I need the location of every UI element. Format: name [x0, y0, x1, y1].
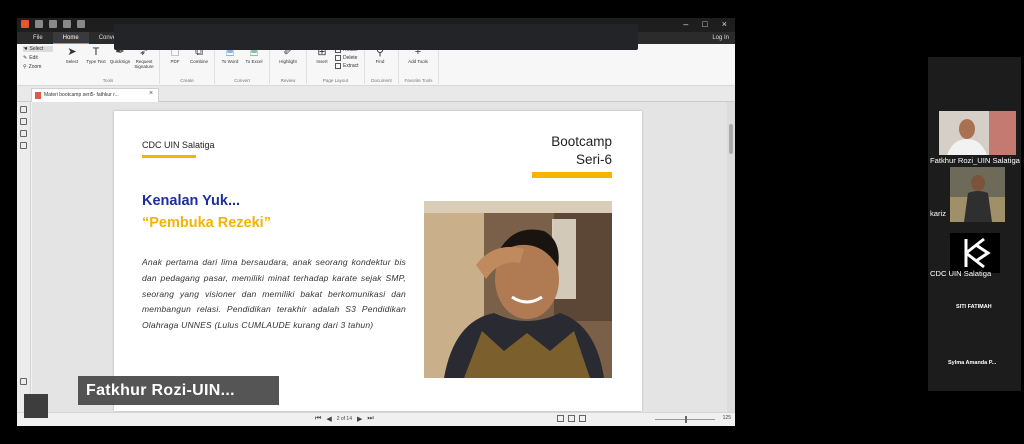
participant-video-image — [950, 167, 1005, 222]
tab-close-icon[interactable]: × — [149, 88, 153, 100]
last-page-icon[interactable]: ⏭ — [367, 415, 373, 423]
bootcamp-title: Bootcamp Seri-6 — [551, 133, 612, 169]
participant-tile[interactable]: Sylma Amanda P... — [928, 353, 1021, 373]
pdf-app-window: – □ × File Home Convert Log In ☚ Select ✎… — [17, 18, 735, 426]
cursor-icon: ➤ — [67, 46, 77, 58]
zoom-slider[interactable] — [655, 416, 715, 423]
bookmark-icon[interactable] — [20, 106, 27, 113]
redo-icon[interactable] — [77, 20, 85, 28]
extract-icon — [335, 63, 341, 69]
app-logo-icon — [21, 20, 29, 28]
document-tab[interactable]: Materi bootcamp seri5- fathkur r... — [31, 88, 159, 102]
page-navigation: ⏮ ◀ 2 of 14 ▶ ⏭ — [315, 415, 374, 423]
participant-tile[interactable]: SITI FATIMAH — [928, 297, 1021, 317]
attachments-icon[interactable] — [20, 142, 27, 149]
two-page-icon[interactable] — [579, 415, 586, 422]
participant-name: Fatkhur Rozi_UIN Salatiga — [930, 156, 1020, 165]
speaker-photo-image — [424, 201, 612, 378]
participant-tile[interactable]: CDC UIN Salatiga — [928, 227, 1021, 281]
ribbon-group-review: ✐ Highlight Review — [270, 44, 307, 84]
undo-icon[interactable] — [63, 20, 71, 28]
participant-name: Sylma Amanda P... — [948, 360, 997, 366]
participant-name: kariz — [930, 209, 947, 218]
bootcamp-line2: Seri-6 — [575, 152, 612, 167]
single-page-icon[interactable] — [557, 415, 564, 422]
left-navigation-panel — [17, 102, 31, 426]
meeting-stage: – □ × File Home Convert Log In ☚ Select ✎… — [0, 0, 1024, 444]
select-tool[interactable]: ☚ Select — [23, 46, 53, 52]
self-view-tile[interactable] — [24, 394, 48, 418]
participant-name: SITI FATIMAH — [956, 304, 992, 310]
login-link[interactable]: Log In — [712, 32, 729, 44]
save-icon[interactable] — [35, 20, 43, 28]
window-controls: – □ × — [683, 19, 727, 29]
speaker-bio: Anak pertama dari lima bersaudara, anak … — [142, 257, 406, 331]
text-icon: T — [92, 46, 100, 58]
vertical-scrollbar[interactable] — [727, 102, 735, 412]
cdc-logo-image — [950, 233, 1000, 273]
ribbon-group-convert: 🗎 To Word 🗎 To Excel Convert — [215, 44, 270, 84]
participant-name: CDC UIN Salatiga — [930, 269, 992, 278]
delete-button[interactable]: Delete — [335, 55, 359, 61]
ribbon-group-favorite-tools: + Add Tools Favorite Tools — [399, 44, 439, 84]
minimize-icon[interactable]: – — [683, 19, 688, 29]
thumbnails-icon[interactable] — [20, 118, 27, 125]
participant-tile[interactable]: Fatkhur Rozi_UIN Salatiga — [928, 109, 1021, 165]
view-mode-buttons — [557, 415, 586, 422]
ribbon-group-page-layout: ⊞ Insert Rotate Delete Extract Page Layou… — [307, 44, 365, 84]
participant-video — [950, 167, 1005, 222]
screen-share-control-bar — [114, 24, 638, 50]
continuous-icon[interactable] — [568, 415, 575, 422]
page-indicator[interactable]: 2 of 14 — [337, 416, 352, 422]
edit-icon: ✎ — [23, 55, 28, 61]
pdf-file-icon — [35, 92, 41, 99]
prev-page-icon[interactable]: ◀ — [326, 415, 331, 423]
document-tab-bar: Materi bootcamp seri5- fathkur r... × — [17, 86, 735, 102]
edit-tool[interactable]: ✎ Edit — [23, 55, 53, 61]
speaker-photo — [424, 201, 612, 378]
ribbon-group-create: 🗋 PDF ⧉ Combine Create — [160, 44, 215, 84]
hand-icon: ☚ — [23, 46, 28, 52]
extract-button[interactable]: Extract — [335, 63, 359, 69]
scrollbar-thumb[interactable] — [729, 124, 733, 154]
bootcamp-underline — [532, 172, 612, 178]
next-page-icon[interactable]: ▶ — [357, 415, 362, 423]
first-page-icon[interactable]: ⏮ — [315, 415, 321, 423]
zoom-tool[interactable]: ⚲ Zoom — [23, 64, 53, 70]
comments-icon[interactable] — [20, 130, 27, 137]
zoom-level: 125 — [722, 415, 731, 421]
close-icon[interactable]: × — [722, 19, 727, 29]
speaker-name-overlay: Fatkhur Rozi-UIN... — [78, 376, 279, 405]
participants-panel: Fatkhur Rozi_UIN Salatiga kariz CDC UIN … — [928, 57, 1021, 391]
participant-tile[interactable]: kariz — [928, 167, 1021, 223]
quick-access-toolbar — [21, 20, 85, 28]
participant-video — [939, 111, 1016, 155]
delete-icon — [335, 55, 341, 61]
status-bar: ⏮ ◀ 2 of 14 ▶ ⏭ 125 — [17, 412, 735, 426]
tool-modes: ☚ Select ✎ Edit ⚲ Zoom — [19, 44, 57, 85]
org-label: CDC UIN Salatiga — [142, 140, 215, 150]
settings-icon[interactable] — [20, 378, 27, 385]
org-underline — [142, 155, 196, 158]
page-heading: Kenalan Yuk... — [142, 193, 241, 209]
cdc-logo-icon — [950, 233, 1000, 273]
ribbon-toolbar: ☚ Select ✎ Edit ⚲ Zoom ➤ Select T Type Text ✒… — [17, 44, 735, 86]
zoom-icon: ⚲ — [23, 64, 27, 70]
bootcamp-line1: Bootcamp — [551, 134, 612, 149]
maximize-icon[interactable]: □ — [702, 19, 707, 29]
tab-file[interactable]: File — [23, 32, 53, 44]
ribbon-group-tools: ➤ Select T Type Text ✒ QuickSign ➶ Request S… — [57, 44, 160, 84]
pdf-page: CDC UIN Salatiga Bootcamp Seri-6 Kenalan… — [114, 111, 642, 411]
ribbon-group-document: ⚲ Find Document — [365, 44, 399, 84]
page-subheading: “Pembuka Rezeki” — [142, 215, 271, 231]
tab-home[interactable]: Home — [52, 32, 89, 44]
document-workspace: CDC UIN Salatiga Bootcamp Seri-6 Kenalan… — [32, 102, 735, 412]
print-icon[interactable] — [49, 20, 57, 28]
participant-video-image — [939, 111, 1016, 155]
